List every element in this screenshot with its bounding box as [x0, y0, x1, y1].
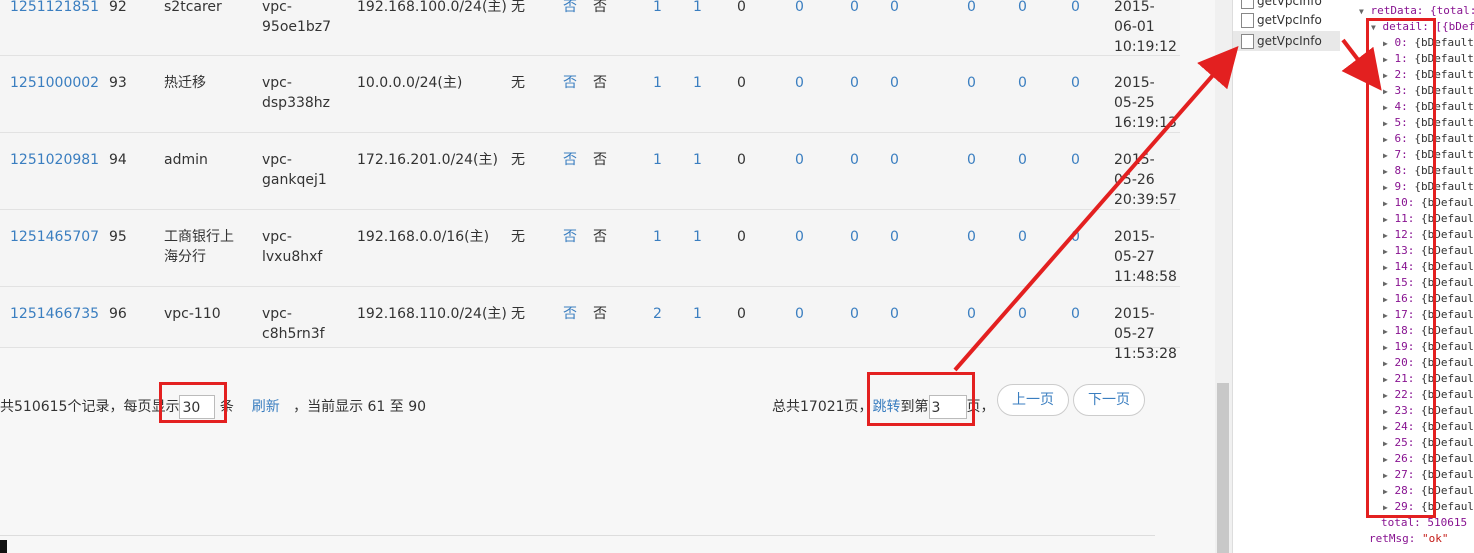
annotation-arrows — [953, 38, 1382, 372]
arrow-to-detail — [1341, 38, 1382, 91]
arrow-to-network — [953, 45, 1239, 372]
